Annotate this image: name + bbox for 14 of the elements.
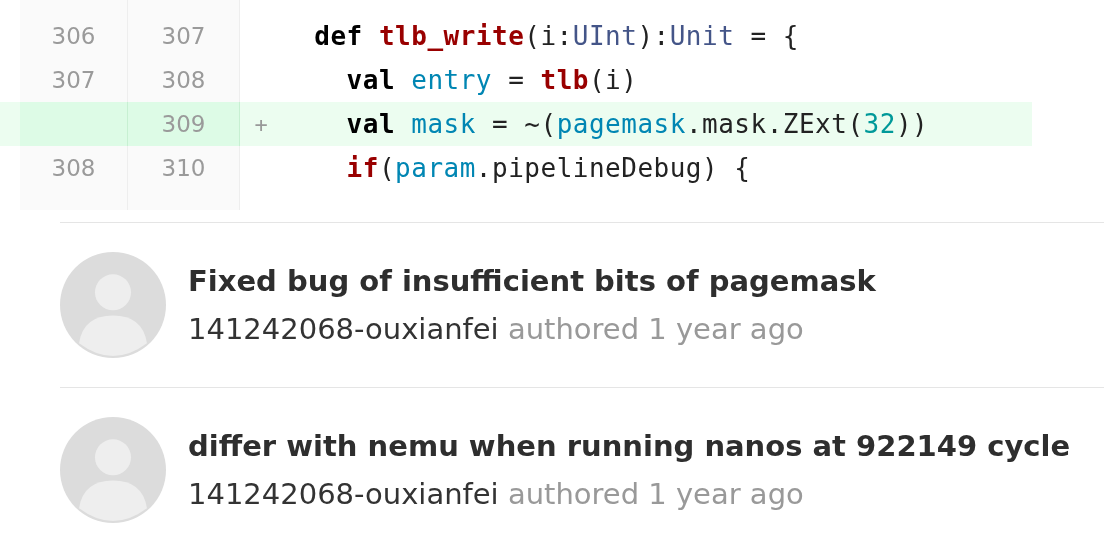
commit-title[interactable]: Fixed bug of insufficient bits of pagemask bbox=[188, 264, 876, 298]
avatar-icon bbox=[60, 417, 166, 523]
commit-title[interactable]: differ with nemu when running nanos at 922149 cycle bbox=[188, 429, 1071, 463]
avatar-icon bbox=[60, 252, 166, 358]
commit-time: authored 1 year ago bbox=[507, 312, 804, 346]
diff-marker: + bbox=[253, 111, 269, 137]
commit-time: authored 1 year ago bbox=[507, 477, 804, 511]
code-text: def tlb_write(i:UInt):Unit = { bbox=[313, 21, 799, 51]
code-text: val mask = ~(pagemask.mask.ZExt(32)) bbox=[345, 109, 929, 139]
code-text: if(param.pipelineDebug) { bbox=[345, 153, 751, 183]
line-number: 309 bbox=[128, 102, 240, 146]
code-text: val entry = tlb(i) bbox=[345, 65, 638, 95]
author-name[interactable]: 141242068-ouxianfei bbox=[188, 477, 499, 511]
author-name[interactable]: 141242068-ouxianfei bbox=[188, 312, 499, 346]
